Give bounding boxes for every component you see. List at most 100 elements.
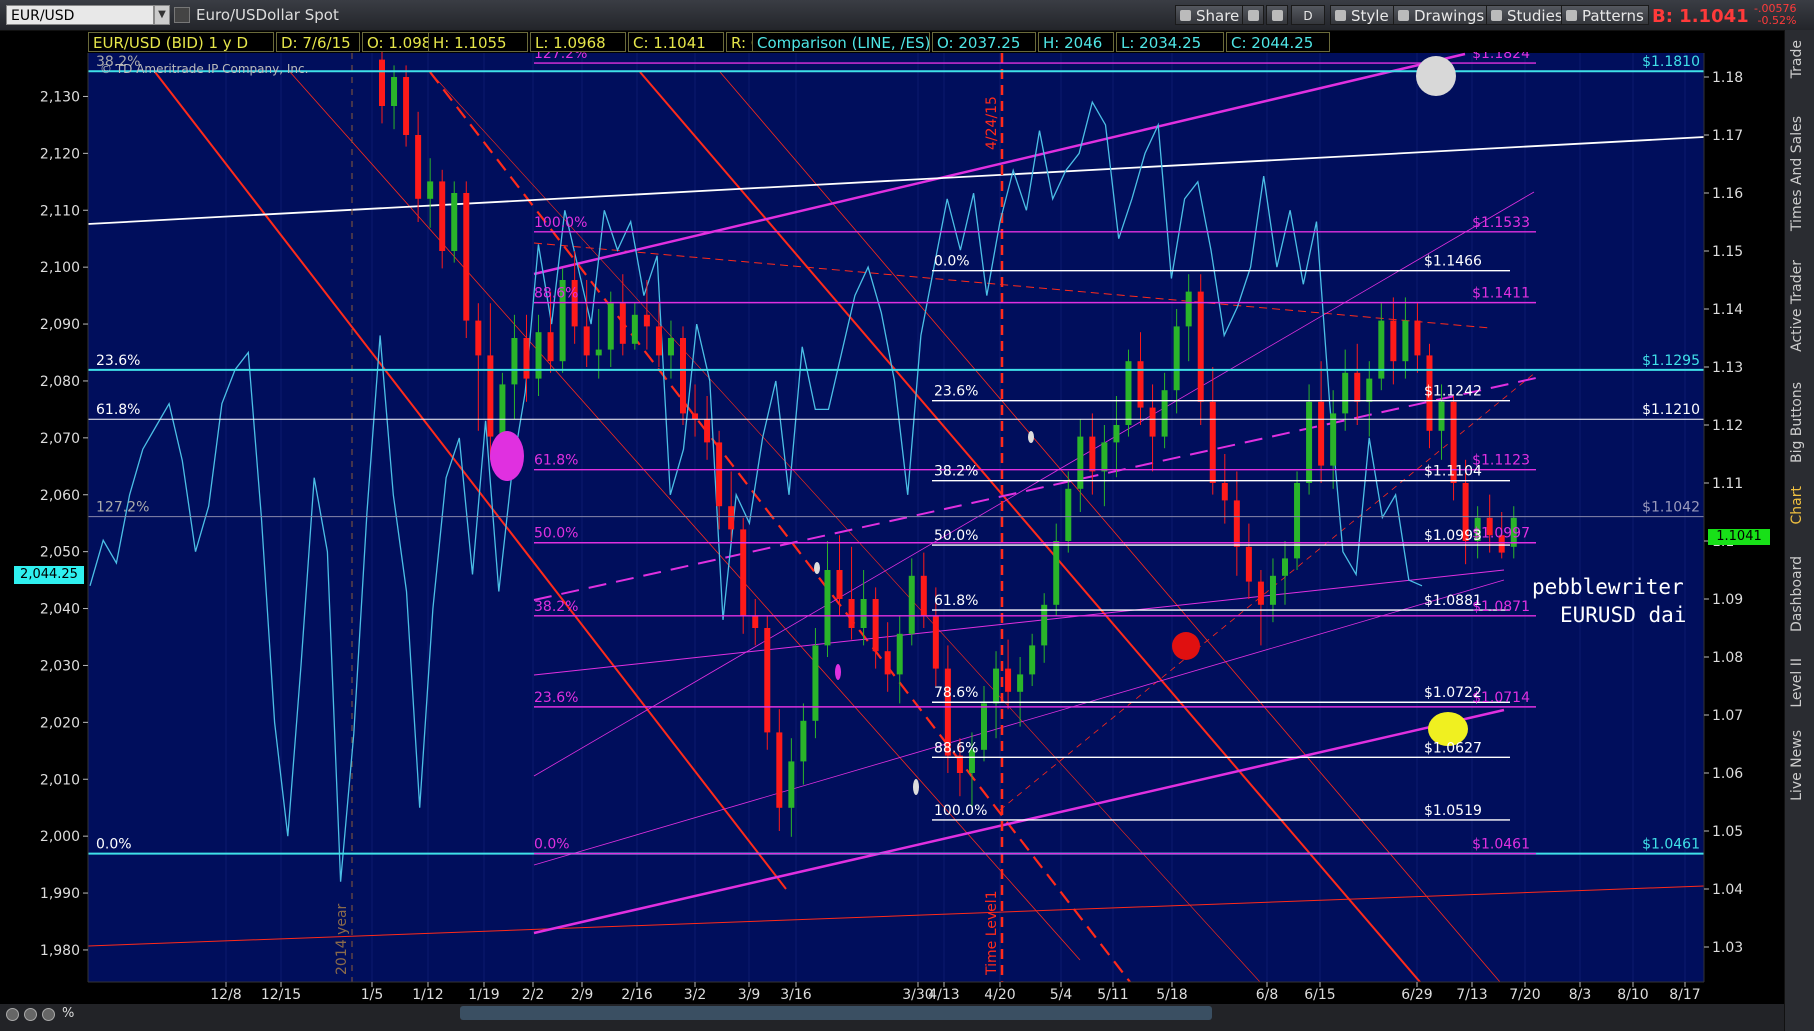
studies-icon [1491, 10, 1502, 21]
y-right-tick-label: 1.05 [1712, 824, 1743, 840]
y-right-tick-label: 1.09 [1712, 592, 1743, 608]
drawings-button[interactable]: Drawings [1393, 5, 1490, 25]
fib-level-label: 100.0% [934, 803, 987, 819]
candle-body [535, 332, 542, 379]
candle-body [667, 338, 674, 356]
fib-price-label: $1.1210 [1642, 402, 1700, 418]
candle-body [908, 575, 915, 634]
candle-body [1209, 401, 1216, 483]
candle-body [1390, 320, 1397, 362]
info-cmp-high: H: 2046 [1038, 32, 1114, 52]
pencil-button[interactable] [1266, 5, 1288, 25]
fib-price-label: $1.1533 [1472, 215, 1530, 231]
candle-body [981, 703, 987, 750]
date-annotation: 4/24/15 [984, 96, 1000, 150]
candle-body [511, 338, 518, 385]
drawings-icon [1398, 10, 1409, 21]
copyright-label: © TD Ameritrade IP Company, Inc. [100, 62, 308, 76]
zoom-out-icon[interactable] [6, 1008, 19, 1021]
candle-body [1185, 291, 1192, 327]
candle-body [1221, 483, 1228, 501]
patterns-button[interactable]: Patterns [1561, 5, 1649, 25]
candle-body [499, 384, 506, 437]
time-scrollbar[interactable] [460, 1006, 1212, 1020]
small-marker [1028, 431, 1034, 443]
last-price-right-label: 1.1041 [1708, 529, 1770, 545]
candle-body [788, 761, 795, 808]
small-marker [835, 664, 841, 680]
sidebar-tab-big-buttons[interactable]: Big Buttons [1789, 382, 1805, 463]
year-annotation: 2014 year [334, 903, 350, 975]
x-tick-label: 6/15 [1304, 987, 1335, 1003]
info-symbol: EUR/USD (BID) 1 y D [88, 32, 274, 52]
candle-body [583, 326, 590, 356]
x-tick-label: 12/15 [261, 987, 301, 1003]
fib-level-label: 23.6% [96, 353, 140, 369]
candle-body [619, 303, 626, 344]
red-marker [1172, 632, 1200, 660]
signature-line-2: EURUSD dai [1560, 603, 1687, 627]
sidebar-tab-active-trader[interactable]: Active Trader [1789, 260, 1805, 352]
candle-body [764, 628, 771, 733]
x-tick-label: 4/20 [984, 987, 1015, 1003]
candle-body [1233, 500, 1240, 547]
aggregation-button[interactable]: D [1291, 5, 1325, 25]
magenta-marker [490, 431, 524, 481]
candle-body [752, 616, 759, 628]
candle-body [860, 599, 867, 628]
candle-body [1318, 401, 1325, 466]
info-cmp-close: C: 2044.25 [1226, 32, 1330, 52]
candle-body [439, 181, 446, 251]
fib-price-label: $1.1824 [1472, 52, 1530, 62]
x-tick-label: 1/5 [361, 987, 384, 1003]
x-tick-label: 2/9 [571, 987, 594, 1003]
studies-button[interactable]: Studies [1486, 5, 1568, 25]
candle-body [1257, 581, 1264, 605]
fib-level-label: 61.8% [96, 402, 140, 418]
sidebar-tab-live-news[interactable]: Live News [1789, 730, 1805, 801]
price-chart[interactable]: 0.0% 23.6% 61.8% 38.2% 127.2% 0.0% $1.0461 23.6… [0, 52, 1784, 1004]
candle-body [1161, 390, 1168, 437]
fib-level-label: 88.6% [534, 286, 578, 302]
candle-body [523, 338, 530, 379]
y-left-tick-label: 2,050 [40, 545, 80, 561]
symbol-dropdown-icon[interactable]: ▼ [154, 5, 170, 25]
sidebar-tab-level-ii[interactable]: Level II [1789, 658, 1805, 708]
share-icon [1180, 10, 1191, 21]
percent-toggle[interactable]: % [62, 1006, 74, 1021]
y-right-tick-label: 1.03 [1712, 940, 1743, 956]
candle-body [824, 570, 831, 646]
candle-body [680, 338, 686, 414]
fib-level-label: 38.2% [934, 464, 978, 480]
sidebar-tab-chart[interactable]: Chart [1789, 486, 1805, 524]
sidebar-tab-trade[interactable]: Trade [1789, 40, 1805, 78]
fib-price-label: $1.1466 [1424, 254, 1482, 270]
last-price-left-label: 2,044.25 [14, 566, 84, 584]
zoom-in-icon[interactable] [24, 1008, 37, 1021]
candle-body [1306, 401, 1313, 483]
top-toolbar: EUR/USD ▼ Euro/USDollar Spot Share D Sty… [0, 0, 1814, 31]
fib-price-label: $1.1042 [1642, 500, 1700, 516]
sidebar-tab-times-and-sales[interactable]: Times And Sales [1789, 116, 1805, 231]
x-tick-label: 3/9 [738, 987, 761, 1003]
candle-body [427, 181, 434, 199]
style-button[interactable]: Style [1330, 5, 1394, 25]
symbol-menu-icon[interactable] [174, 7, 190, 23]
crosshair-button[interactable] [1242, 5, 1264, 25]
info-cmp-open: O: 2037.25 [932, 32, 1036, 52]
share-button[interactable]: Share [1175, 5, 1245, 25]
y-right-tick-label: 1.13 [1712, 360, 1743, 376]
fib-price-label: $1.0461 [1472, 837, 1530, 853]
info-cmp-low: L: 2034.25 [1116, 32, 1224, 52]
y-right-tick-label: 1.08 [1712, 650, 1743, 666]
fib-level-label: 50.0% [534, 526, 578, 542]
symbol-input[interactable]: EUR/USD [6, 5, 154, 25]
candle-body [920, 575, 927, 617]
y-right-tick-label: 1.12 [1712, 418, 1743, 434]
x-tick-label: 1/12 [412, 987, 443, 1003]
sidebar-tab-dashboard[interactable]: Dashboard [1789, 556, 1805, 632]
zoom-reset-icon[interactable] [42, 1008, 55, 1021]
candle-body [451, 193, 458, 251]
candle-body [643, 314, 650, 327]
candle-body [1041, 604, 1048, 646]
